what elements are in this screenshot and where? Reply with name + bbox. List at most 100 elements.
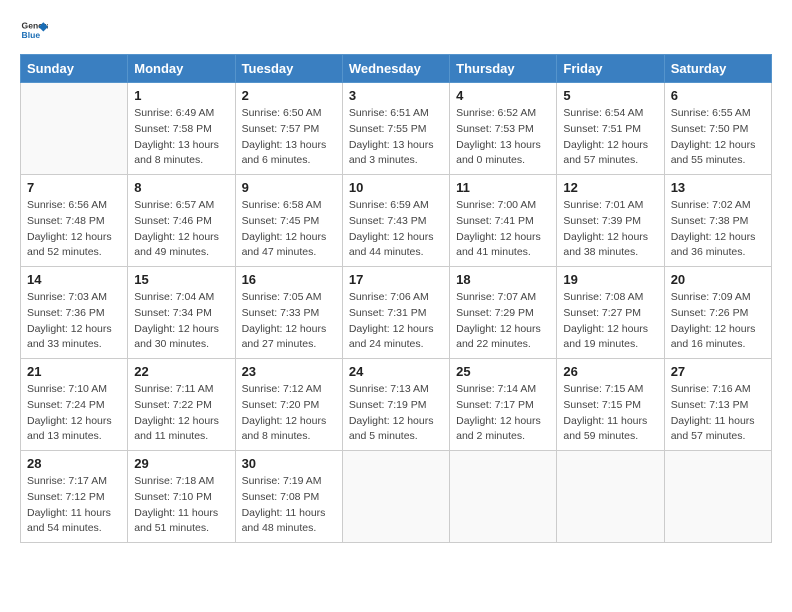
- day-info: Sunrise: 6:52 AMSunset: 7:53 PMDaylight:…: [456, 106, 550, 169]
- day-info: Sunrise: 6:57 AMSunset: 7:46 PMDaylight:…: [134, 198, 228, 261]
- day-info: Sunrise: 7:09 AMSunset: 7:26 PMDaylight:…: [671, 290, 765, 353]
- calendar-cell: [664, 451, 771, 543]
- logo: General Blue: [20, 16, 48, 44]
- calendar-week-row: 1 Sunrise: 6:49 AMSunset: 7:58 PMDaylight…: [21, 83, 772, 175]
- day-number: 20: [671, 272, 765, 287]
- calendar-table: SundayMondayTuesdayWednesdayThursdayFrid…: [20, 54, 772, 543]
- calendar-cell: 9 Sunrise: 6:58 AMSunset: 7:45 PMDaylight…: [235, 175, 342, 267]
- calendar-cell: 12 Sunrise: 7:01 AMSunset: 7:39 PMDayligh…: [557, 175, 664, 267]
- day-info: Sunrise: 6:50 AMSunset: 7:57 PMDaylight:…: [242, 106, 336, 169]
- day-number: 28: [27, 456, 121, 471]
- calendar-cell: 11Sunrise: 7:00 AMSunset: 7:41 PMDayligh…: [450, 175, 557, 267]
- calendar-cell: 26 Sunrise: 7:15 AMSunset: 7:15 PMDayligh…: [557, 359, 664, 451]
- day-number: 4: [456, 88, 550, 103]
- day-number: 23: [242, 364, 336, 379]
- calendar-cell: 1 Sunrise: 6:49 AMSunset: 7:58 PMDaylight…: [128, 83, 235, 175]
- calendar-cell: 10 Sunrise: 6:59 AMSunset: 7:43 PMDayligh…: [342, 175, 449, 267]
- calendar-week-row: 21 Sunrise: 7:10 AMSunset: 7:24 PMDayligh…: [21, 359, 772, 451]
- day-number: 16: [242, 272, 336, 287]
- day-number: 25: [456, 364, 550, 379]
- day-info: Sunrise: 6:58 AMSunset: 7:45 PMDaylight:…: [242, 198, 336, 261]
- day-number: 14: [27, 272, 121, 287]
- day-info: Sunrise: 6:49 AMSunset: 7:58 PMDaylight:…: [134, 106, 228, 169]
- day-info: Sunrise: 7:05 AMSunset: 7:33 PMDaylight:…: [242, 290, 336, 353]
- day-number: 22: [134, 364, 228, 379]
- calendar-cell: 8Sunrise: 6:57 AMSunset: 7:46 PMDaylight…: [128, 175, 235, 267]
- day-info: Sunrise: 7:06 AMSunset: 7:31 PMDaylight:…: [349, 290, 443, 353]
- day-info: Sunrise: 7:19 AMSunset: 7:08 PMDaylight:…: [242, 474, 336, 537]
- day-of-week-header: Tuesday: [235, 55, 342, 83]
- calendar-week-row: 14 Sunrise: 7:03 AMSunset: 7:36 PMDayligh…: [21, 267, 772, 359]
- day-number: 27: [671, 364, 765, 379]
- day-number: 10: [349, 180, 443, 195]
- calendar-cell: 25 Sunrise: 7:14 AMSunset: 7:17 PMDayligh…: [450, 359, 557, 451]
- day-of-week-header: Saturday: [664, 55, 771, 83]
- calendar-cell: [450, 451, 557, 543]
- day-of-week-header: Friday: [557, 55, 664, 83]
- day-info: Sunrise: 6:59 AMSunset: 7:43 PMDaylight:…: [349, 198, 443, 261]
- day-number: 15: [134, 272, 228, 287]
- day-info: Sunrise: 7:18 AMSunset: 7:10 PMDaylight:…: [134, 474, 228, 537]
- day-info: Sunrise: 7:07 AMSunset: 7:29 PMDaylight:…: [456, 290, 550, 353]
- day-info: Sunrise: 7:12 AMSunset: 7:20 PMDaylight:…: [242, 382, 336, 445]
- page-header: General Blue: [20, 16, 772, 44]
- calendar-cell: 3 Sunrise: 6:51 AMSunset: 7:55 PMDaylight…: [342, 83, 449, 175]
- day-info: Sunrise: 7:02 AMSunset: 7:38 PMDaylight:…: [671, 198, 765, 261]
- calendar-cell: 7Sunrise: 6:56 AMSunset: 7:48 PMDaylight…: [21, 175, 128, 267]
- calendar-cell: 6Sunrise: 6:55 AMSunset: 7:50 PMDaylight…: [664, 83, 771, 175]
- day-of-week-header: Monday: [128, 55, 235, 83]
- day-info: Sunrise: 7:17 AMSunset: 7:12 PMDaylight:…: [27, 474, 121, 537]
- day-info: Sunrise: 7:14 AMSunset: 7:17 PMDaylight:…: [456, 382, 550, 445]
- day-number: 11: [456, 180, 550, 195]
- calendar-cell: [342, 451, 449, 543]
- calendar-cell: 16 Sunrise: 7:05 AMSunset: 7:33 PMDayligh…: [235, 267, 342, 359]
- calendar-body: 1 Sunrise: 6:49 AMSunset: 7:58 PMDaylight…: [21, 83, 772, 543]
- calendar-cell: 13 Sunrise: 7:02 AMSunset: 7:38 PMDayligh…: [664, 175, 771, 267]
- calendar-week-row: 7Sunrise: 6:56 AMSunset: 7:48 PMDaylight…: [21, 175, 772, 267]
- day-info: Sunrise: 7:10 AMSunset: 7:24 PMDaylight:…: [27, 382, 121, 445]
- day-number: 17: [349, 272, 443, 287]
- day-number: 18: [456, 272, 550, 287]
- day-number: 26: [563, 364, 657, 379]
- day-info: Sunrise: 7:03 AMSunset: 7:36 PMDaylight:…: [27, 290, 121, 353]
- day-number: 9: [242, 180, 336, 195]
- calendar-cell: 4 Sunrise: 6:52 AMSunset: 7:53 PMDaylight…: [450, 83, 557, 175]
- day-number: 5: [563, 88, 657, 103]
- day-number: 29: [134, 456, 228, 471]
- calendar-cell: 29 Sunrise: 7:18 AMSunset: 7:10 PMDayligh…: [128, 451, 235, 543]
- calendar-cell: 24 Sunrise: 7:13 AMSunset: 7:19 PMDayligh…: [342, 359, 449, 451]
- svg-text:Blue: Blue: [22, 30, 41, 40]
- calendar-cell: 23 Sunrise: 7:12 AMSunset: 7:20 PMDayligh…: [235, 359, 342, 451]
- day-info: Sunrise: 6:56 AMSunset: 7:48 PMDaylight:…: [27, 198, 121, 261]
- calendar-cell: 30 Sunrise: 7:19 AMSunset: 7:08 PMDayligh…: [235, 451, 342, 543]
- day-info: Sunrise: 7:04 AMSunset: 7:34 PMDaylight:…: [134, 290, 228, 353]
- calendar-cell: 5Sunrise: 6:54 AMSunset: 7:51 PMDaylight…: [557, 83, 664, 175]
- calendar-cell: 17 Sunrise: 7:06 AMSunset: 7:31 PMDayligh…: [342, 267, 449, 359]
- calendar-cell: 27 Sunrise: 7:16 AMSunset: 7:13 PMDayligh…: [664, 359, 771, 451]
- calendar-cell: 18 Sunrise: 7:07 AMSunset: 7:29 PMDayligh…: [450, 267, 557, 359]
- day-info: Sunrise: 7:13 AMSunset: 7:19 PMDaylight:…: [349, 382, 443, 445]
- calendar-week-row: 28 Sunrise: 7:17 AMSunset: 7:12 PMDayligh…: [21, 451, 772, 543]
- day-number: 3: [349, 88, 443, 103]
- calendar-cell: 22Sunrise: 7:11 AMSunset: 7:22 PMDayligh…: [128, 359, 235, 451]
- calendar-cell: 14 Sunrise: 7:03 AMSunset: 7:36 PMDayligh…: [21, 267, 128, 359]
- day-number: 12: [563, 180, 657, 195]
- calendar-cell: 2Sunrise: 6:50 AMSunset: 7:57 PMDaylight…: [235, 83, 342, 175]
- calendar-cell: 28 Sunrise: 7:17 AMSunset: 7:12 PMDayligh…: [21, 451, 128, 543]
- day-info: Sunrise: 7:16 AMSunset: 7:13 PMDaylight:…: [671, 382, 765, 445]
- day-of-week-header: Thursday: [450, 55, 557, 83]
- day-of-week-header: Wednesday: [342, 55, 449, 83]
- calendar-header-row: SundayMondayTuesdayWednesdayThursdayFrid…: [21, 55, 772, 83]
- day-number: 1: [134, 88, 228, 103]
- day-number: 21: [27, 364, 121, 379]
- day-info: Sunrise: 7:01 AMSunset: 7:39 PMDaylight:…: [563, 198, 657, 261]
- day-number: 24: [349, 364, 443, 379]
- day-number: 19: [563, 272, 657, 287]
- day-info: Sunrise: 7:08 AMSunset: 7:27 PMDaylight:…: [563, 290, 657, 353]
- calendar-cell: 21 Sunrise: 7:10 AMSunset: 7:24 PMDayligh…: [21, 359, 128, 451]
- day-info: Sunrise: 7:15 AMSunset: 7:15 PMDaylight:…: [563, 382, 657, 445]
- day-number: 13: [671, 180, 765, 195]
- calendar-cell: [557, 451, 664, 543]
- day-number: 30: [242, 456, 336, 471]
- day-info: Sunrise: 6:51 AMSunset: 7:55 PMDaylight:…: [349, 106, 443, 169]
